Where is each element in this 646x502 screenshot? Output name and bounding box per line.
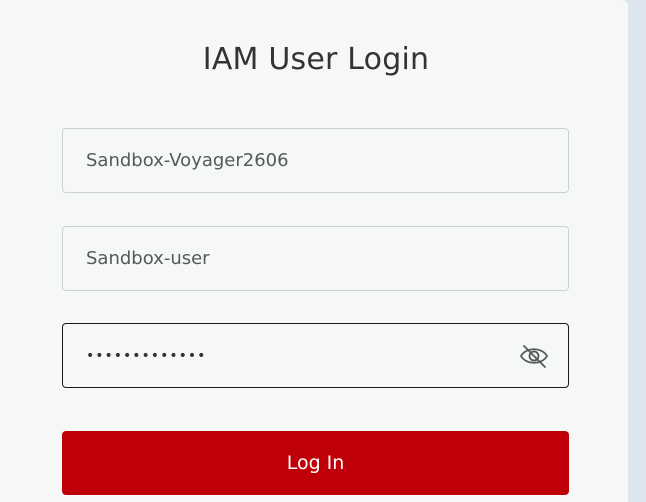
password-field[interactable] xyxy=(62,323,569,388)
login-card: IAM User Login Log In xyxy=(0,0,628,502)
username-field[interactable] xyxy=(62,226,569,291)
login-button[interactable]: Log In xyxy=(62,431,569,495)
account-field[interactable] xyxy=(62,128,569,193)
username-input[interactable] xyxy=(63,227,568,290)
login-title: IAM User Login xyxy=(202,42,430,77)
account-input[interactable] xyxy=(63,129,568,192)
password-input[interactable] xyxy=(63,324,568,387)
eye-slash-icon[interactable] xyxy=(519,343,549,369)
